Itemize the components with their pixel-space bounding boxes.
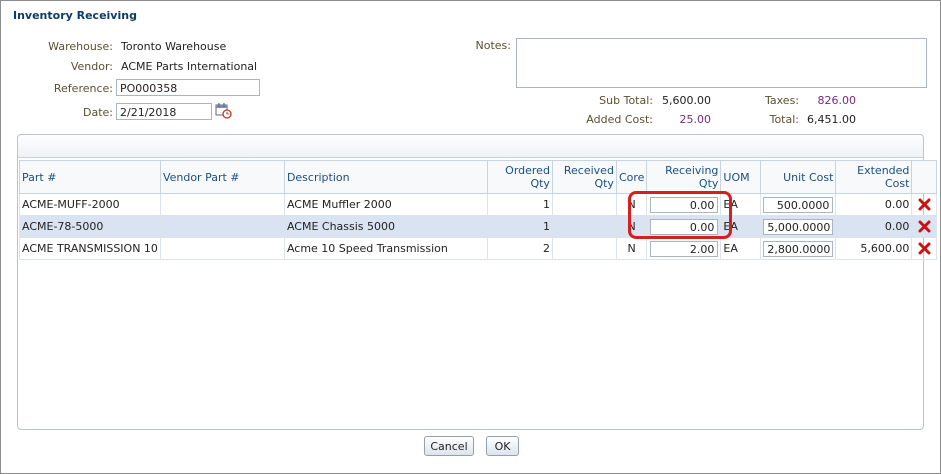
- date-label: Date:: [83, 106, 113, 119]
- total-label: Total:: [769, 113, 799, 126]
- table-row[interactable]: ACME-78-5000 ACME Chassis 5000 1 N 0.00 …: [19, 215, 938, 238]
- warehouse-value: Toronto Warehouse: [121, 40, 227, 53]
- cell-received-qty: [551, 215, 617, 238]
- cell-unit-cost: 500.0000: [760, 193, 837, 216]
- col-received-qty[interactable]: Received Qty: [551, 160, 617, 194]
- cell-uom: EA: [720, 193, 762, 216]
- inventory-receiving-dialog: Inventory Receiving Warehouse: Toronto W…: [0, 0, 941, 474]
- receiving-qty-input[interactable]: 0.00: [650, 196, 719, 213]
- col-part[interactable]: Part #: [19, 160, 161, 194]
- col-description[interactable]: Description: [283, 160, 488, 194]
- cell-ordered-qty: 2: [486, 237, 553, 260]
- delete-x-icon[interactable]: [918, 242, 931, 255]
- panel-toolbar: [18, 135, 923, 158]
- vendor-label: Vendor:: [70, 60, 113, 73]
- reference-label: Reference:: [53, 82, 113, 95]
- cell-received-qty: [551, 193, 617, 216]
- calendar-icon[interactable]: [215, 102, 232, 119]
- cell-description: Acme 10 Speed Transmission: [283, 237, 488, 260]
- table-header-row: Part # Vendor Part # Description Ordered…: [19, 160, 938, 194]
- cell-delete: [911, 193, 938, 216]
- cell-ordered-qty: 1: [486, 215, 553, 238]
- unit-cost-input[interactable]: 5,000.0000: [763, 218, 834, 235]
- cell-core: N: [615, 215, 648, 238]
- added-cost-label: Added Cost:: [586, 113, 653, 126]
- date-input[interactable]: 2/21/2018: [116, 103, 212, 120]
- line-items-table: Part # Vendor Part # Description Ordered…: [19, 160, 938, 260]
- cell-receiving-qty: 0.00: [646, 215, 722, 238]
- cell-extended-cost: 0.00: [835, 193, 913, 216]
- cell-description: ACME Chassis 5000: [283, 215, 488, 238]
- cell-received-qty: [551, 237, 617, 260]
- reference-input[interactable]: PO000358: [116, 79, 260, 96]
- cell-uom: EA: [720, 237, 762, 260]
- notes-label: Notes:: [475, 39, 511, 52]
- cell-vendor-part: [159, 215, 285, 238]
- taxes-label: Taxes:: [764, 94, 799, 107]
- cell-part: ACME TRANSMISSION 10: [19, 237, 161, 260]
- added-cost-value: 25.00: [679, 113, 712, 126]
- dialog-title: Inventory Receiving: [13, 9, 137, 22]
- col-vendor-part[interactable]: Vendor Part #: [159, 160, 285, 194]
- receiving-qty-input[interactable]: 2.00: [650, 240, 719, 257]
- col-core[interactable]: Core: [615, 160, 648, 194]
- cell-receiving-qty: 2.00: [646, 237, 722, 260]
- ok-button[interactable]: OK: [486, 436, 519, 456]
- warehouse-label: Warehouse:: [48, 40, 113, 53]
- cancel-button[interactable]: Cancel: [424, 436, 474, 456]
- delete-x-icon[interactable]: [918, 220, 931, 233]
- col-receiving-qty[interactable]: Receiving Qty: [646, 160, 722, 194]
- cell-part: ACME-78-5000: [19, 215, 161, 238]
- cell-extended-cost: 0.00: [835, 215, 913, 238]
- cell-unit-cost: 2,800.0000: [760, 237, 837, 260]
- cell-description: ACME Muffler 2000: [283, 193, 488, 216]
- col-extended-cost[interactable]: Extended Cost: [835, 160, 913, 194]
- cell-vendor-part: [159, 193, 285, 216]
- cell-delete: [911, 237, 938, 260]
- col-uom[interactable]: UOM: [720, 160, 762, 194]
- subtotal-value: 5,600.00: [662, 94, 711, 107]
- table-row[interactable]: ACME-MUFF-2000 ACME Muffler 2000 1 N 0.0…: [19, 193, 938, 216]
- total-value: 6,451.00: [807, 113, 856, 126]
- notes-field[interactable]: [516, 38, 927, 88]
- subtotal-label: Sub Total:: [599, 94, 653, 107]
- cell-extended-cost: 5,600.00: [835, 237, 913, 260]
- taxes-value: 826.00: [817, 94, 857, 107]
- cell-delete: [911, 215, 938, 238]
- delete-x-icon[interactable]: [918, 198, 931, 211]
- cell-core: N: [615, 193, 648, 216]
- col-unit-cost[interactable]: Unit Cost: [760, 160, 837, 194]
- cell-uom: EA: [720, 215, 762, 238]
- vendor-value: ACME Parts International: [121, 60, 258, 73]
- unit-cost-input[interactable]: 2,800.0000: [763, 240, 834, 257]
- cell-ordered-qty: 1: [486, 193, 553, 216]
- cell-part: ACME-MUFF-2000: [19, 193, 161, 216]
- col-ordered-qty[interactable]: Ordered Qty: [486, 160, 553, 194]
- table-row[interactable]: ACME TRANSMISSION 10 Acme 10 Speed Trans…: [19, 237, 938, 260]
- cell-unit-cost: 5,000.0000: [760, 215, 837, 238]
- unit-cost-input[interactable]: 500.0000: [763, 196, 834, 213]
- cell-core: N: [615, 237, 648, 260]
- cell-vendor-part: [159, 237, 285, 260]
- col-actions: [911, 160, 938, 194]
- cell-receiving-qty: 0.00: [646, 193, 722, 216]
- receiving-qty-input[interactable]: 0.00: [650, 218, 719, 235]
